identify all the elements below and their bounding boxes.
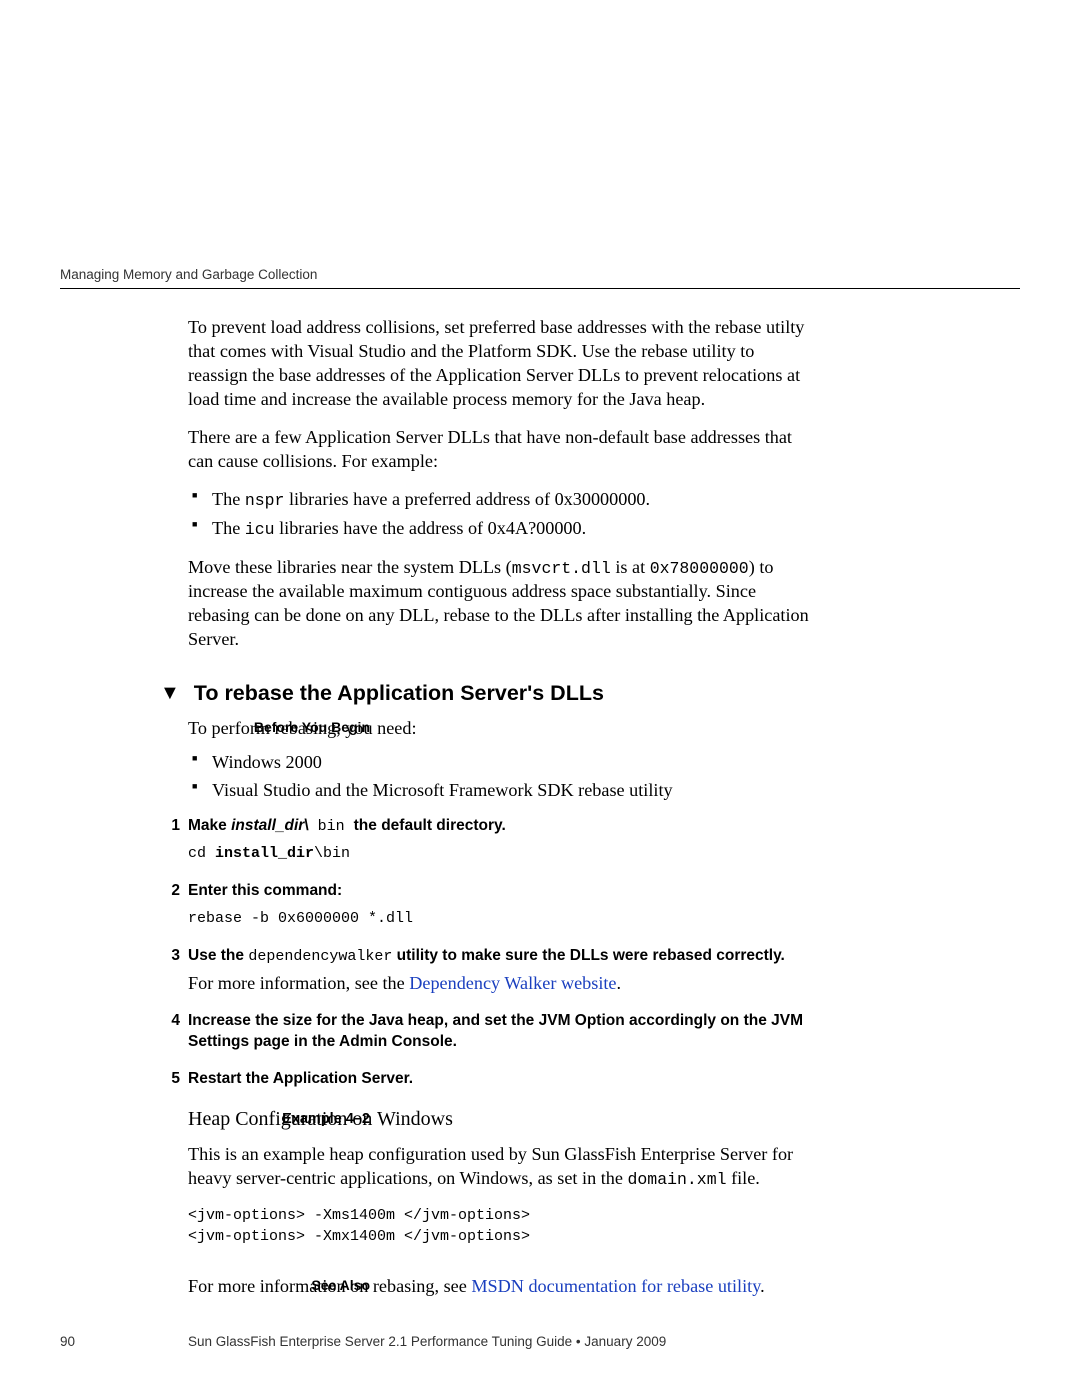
step-heading: Make install_dir\ bin the default direct… xyxy=(188,816,815,837)
code-inline: icu xyxy=(245,520,275,539)
text: libraries have the address of 0x4A?00000… xyxy=(275,518,587,538)
before-you-begin-label: Before You Begin xyxy=(248,718,370,736)
example-block: Example 4–2 Heap Configuration on Window… xyxy=(188,1106,815,1249)
step-number: 3 xyxy=(160,946,180,966)
code-inline: domain.xml xyxy=(627,1170,726,1189)
step-number: 1 xyxy=(160,816,180,836)
text: \bin xyxy=(314,845,350,862)
task-title: To rebase the Application Server's DLLs xyxy=(194,679,604,707)
step-heading: Use the dependencywalker utility to make… xyxy=(188,946,815,967)
text: . xyxy=(760,1276,765,1296)
running-header: Managing Memory and Garbage Collection xyxy=(60,267,1020,282)
step-number: 5 xyxy=(160,1069,180,1089)
page-number: 90 xyxy=(60,1334,188,1349)
code-inline: 0x78000000 xyxy=(650,559,749,578)
step-1: 1 Make install_dir\ bin the default dire… xyxy=(188,816,815,865)
text: file. xyxy=(727,1168,760,1188)
list-item: The nspr libraries have a preferred addr… xyxy=(188,487,815,512)
step-heading: Enter this command: xyxy=(188,881,815,902)
step-heading: Restart the Application Server. xyxy=(188,1069,815,1090)
header-rule xyxy=(60,288,1020,289)
see-also-label: See Also xyxy=(248,1276,370,1294)
text: Use the xyxy=(188,947,248,964)
text: The xyxy=(212,518,245,538)
before-you-begin-block: Before You Begin To perform rebasing, yo… xyxy=(188,716,815,802)
dependency-walker-link[interactable]: Dependency Walker website xyxy=(409,973,616,993)
text: The xyxy=(212,489,245,509)
code-inline: dependencywalker xyxy=(248,948,392,965)
code-inline: msvcrt.dll xyxy=(512,559,611,578)
needs-list: Windows 2000 Visual Studio and the Micro… xyxy=(188,750,815,802)
page-footer: 90Sun GlassFish Enterprise Server 2.1 Pe… xyxy=(60,1334,1020,1349)
text: Move these libraries near the system DLL… xyxy=(188,557,512,577)
msdn-rebase-link[interactable]: MSDN documentation for rebase utility xyxy=(471,1276,760,1296)
text: the default directory. xyxy=(354,817,506,834)
intro-list: The nspr libraries have a preferred addr… xyxy=(188,487,815,541)
intro-para-3: Move these libraries near the system DLL… xyxy=(188,555,815,652)
intro-para-1: To prevent load address collisions, set … xyxy=(188,315,815,411)
text: For more information, see the xyxy=(188,973,409,993)
list-item: Visual Studio and the Microsoft Framewor… xyxy=(188,778,815,802)
code-block: cd install_dir\bin xyxy=(188,843,815,865)
text: Make xyxy=(188,817,231,834)
step-number: 4 xyxy=(160,1011,180,1031)
step-2: 2 Enter this command: rebase -b 0x600000… xyxy=(188,881,815,930)
code-block: rebase -b 0x6000000 *.dll xyxy=(188,908,815,930)
text: cd xyxy=(188,845,215,862)
step-number: 2 xyxy=(160,881,180,901)
text: utility to make sure the DLLs were rebas… xyxy=(392,947,785,964)
step-heading: Increase the size for the Java heap, and… xyxy=(188,1011,815,1053)
intro-para-2: There are a few Application Server DLLs … xyxy=(188,425,815,473)
italic-text: install_dir xyxy=(231,817,304,834)
see-also-block: See Also For more information on rebasin… xyxy=(188,1274,815,1298)
footer-text: Sun GlassFish Enterprise Server 2.1 Perf… xyxy=(188,1334,666,1349)
example-label: Example 4–2 xyxy=(248,1110,370,1129)
list-item: Windows 2000 xyxy=(188,750,815,774)
list-item: The icu libraries have the address of 0x… xyxy=(188,516,815,541)
code-block: <jvm-options> -Xms1400m </jvm-options> <… xyxy=(188,1205,815,1249)
text: . xyxy=(617,973,622,993)
text: is at xyxy=(611,557,650,577)
code-inline: nspr xyxy=(245,491,285,510)
task-arrow-icon: ▼ xyxy=(160,683,180,703)
page: Managing Memory and Garbage Collection T… xyxy=(0,0,1080,1397)
step-5: 5 Restart the Application Server. xyxy=(188,1069,815,1090)
text: libraries have a preferred address of 0x… xyxy=(284,489,650,509)
step-3: 3 Use the dependencywalker utility to ma… xyxy=(188,946,815,995)
task-heading-row: ▼ To rebase the Application Server's DLL… xyxy=(160,679,815,707)
step-4: 4 Increase the size for the Java heap, a… xyxy=(188,1011,815,1053)
code-inline: bin xyxy=(309,818,354,835)
step-body: For more information, see the Dependency… xyxy=(188,971,815,995)
bold-text: install_dir xyxy=(215,845,314,862)
example-para: This is an example heap configuration us… xyxy=(188,1142,815,1191)
main-column: To prevent load address collisions, set … xyxy=(188,315,815,1298)
